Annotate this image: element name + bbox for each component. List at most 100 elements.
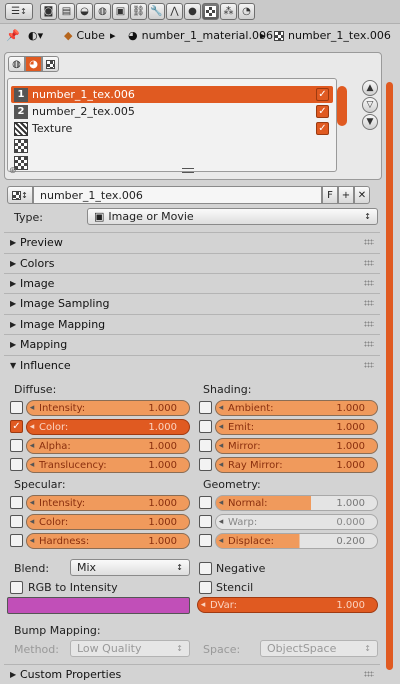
use-diffuse-intensity-checkbox[interactable]: [10, 401, 23, 414]
panel-image[interactable]: ▶ Image: [4, 273, 380, 293]
resize-handle[interactable]: [182, 168, 194, 173]
use-diffuse-alpha-checkbox[interactable]: [10, 439, 23, 452]
context-material[interactable]: ●: [184, 3, 201, 20]
context-physics[interactable]: ◔: [238, 3, 255, 20]
list-item[interactable]: Texture ✓: [11, 120, 333, 137]
dvar-slider[interactable]: ◂ DVar: 1.000: [197, 597, 378, 613]
drag-grip-icon[interactable]: [364, 671, 374, 677]
slot-enable-checkbox[interactable]: ✓: [316, 105, 329, 118]
decrement-icon[interactable]: ◂: [216, 536, 226, 546]
drag-grip-icon[interactable]: [364, 260, 374, 266]
texture-color-swatch[interactable]: [7, 597, 190, 614]
rgb-to-intensity-checkbox[interactable]: [10, 581, 23, 594]
use-translucency-checkbox[interactable]: [10, 458, 23, 471]
use-specular-intensity-checkbox[interactable]: [10, 496, 23, 509]
panel-image-mapping[interactable]: ▶ Image Mapping: [4, 314, 380, 334]
negative-label[interactable]: Negative: [216, 562, 265, 575]
editor-type-menu[interactable]: ☰ ↕: [5, 3, 33, 20]
move-slot-up-button[interactable]: ▲: [362, 80, 378, 96]
diffuse-color-slider[interactable]: ◂ Color: 1.000: [26, 419, 190, 435]
use-ray-mirror-checkbox[interactable]: [199, 458, 212, 471]
bump-method-dropdown[interactable]: Low Quality ↕: [70, 640, 190, 657]
emit-slider[interactable]: ◂ Emit: 1.000: [215, 419, 378, 435]
hardness-slider[interactable]: ◂ Hardness: 1.000: [26, 533, 190, 549]
stencil-label[interactable]: Stencil: [216, 581, 253, 594]
drag-grip-icon[interactable]: [364, 362, 374, 368]
decrement-icon[interactable]: ◂: [27, 536, 37, 546]
decrement-icon[interactable]: ◂: [216, 403, 226, 413]
texture-user-icon[interactable]: ◐▾: [28, 29, 43, 42]
diffuse-intensity-slider[interactable]: ◂ Intensity: 1.000: [26, 400, 190, 416]
decrement-icon[interactable]: ◂: [27, 441, 37, 451]
use-warp-checkbox[interactable]: [199, 515, 212, 528]
drag-grip-icon[interactable]: [364, 239, 374, 245]
decrement-icon[interactable]: ◂: [27, 422, 37, 432]
properties-scrollbar[interactable]: [386, 82, 393, 670]
panel-influence[interactable]: ▼ Influence: [4, 355, 380, 375]
context-world[interactable]: ◍: [94, 3, 111, 20]
normal-slider[interactable]: ◂ Normal: 1.000: [215, 495, 378, 511]
decrement-icon[interactable]: ◂: [216, 460, 226, 470]
panel-preview[interactable]: ▶ Preview: [4, 232, 380, 252]
context-modifiers[interactable]: 🔧: [148, 3, 165, 20]
decrement-icon[interactable]: ◂: [216, 498, 226, 508]
slot-enable-checkbox[interactable]: ✓: [316, 88, 329, 101]
drag-grip-icon[interactable]: [364, 321, 374, 327]
decrement-icon[interactable]: ◂: [216, 422, 226, 432]
use-specular-color-checkbox[interactable]: [10, 515, 23, 528]
slot-enable-checkbox[interactable]: ✓: [316, 122, 329, 135]
context-particles[interactable]: ⁂: [220, 3, 237, 20]
decrement-icon[interactable]: ◂: [216, 441, 226, 451]
decrement-icon[interactable]: ◂: [27, 460, 37, 470]
new-texture-button[interactable]: +: [338, 186, 354, 204]
slot-specials-menu[interactable]: ▼: [362, 114, 378, 130]
mirror-slider[interactable]: ◂ Mirror: 1.000: [215, 438, 378, 454]
add-icon[interactable]: ⊕: [9, 166, 17, 176]
world-tab[interactable]: ◍: [8, 56, 25, 72]
texture-name[interactable]: number_1_tex.006: [40, 189, 143, 202]
decrement-icon[interactable]: ◂: [198, 600, 208, 610]
panel-custom-properties[interactable]: ▶ Custom Properties: [4, 664, 380, 684]
slot-label[interactable]: number_1_tex.006: [32, 88, 135, 101]
ray-mirror-slider[interactable]: ◂ Ray Mirror: 1.000: [215, 457, 378, 473]
stencil-checkbox[interactable]: [199, 581, 212, 594]
list-item[interactable]: [11, 154, 333, 171]
context-texture[interactable]: [202, 3, 219, 20]
displace-slider[interactable]: ◂ Displace: 0.200: [215, 533, 378, 549]
blend-type-dropdown[interactable]: Mix ↕: [70, 559, 190, 576]
use-emit-checkbox[interactable]: [199, 420, 212, 433]
context-data[interactable]: ⋀: [166, 3, 183, 20]
slot-label[interactable]: number_2_tex.005: [32, 105, 135, 118]
panel-colors[interactable]: ▶ Colors: [4, 253, 380, 273]
rgb-to-intensity-label[interactable]: RGB to Intensity: [28, 581, 118, 594]
use-hardness-checkbox[interactable]: [10, 534, 23, 547]
texture-name-field[interactable]: number_1_tex.006: [33, 186, 322, 204]
material-tab[interactable]: ◕: [25, 56, 42, 72]
decrement-icon[interactable]: ◂: [27, 498, 37, 508]
panel-mapping[interactable]: ▶ Mapping: [4, 334, 380, 354]
panel-image-sampling[interactable]: ▶ Image Sampling: [4, 293, 380, 313]
diffuse-alpha-slider[interactable]: ◂ Alpha: 1.000: [26, 438, 190, 454]
drag-grip-icon[interactable]: [364, 300, 374, 306]
context-constraints[interactable]: ⛓: [130, 3, 147, 20]
slot-list-scrollbar[interactable]: [337, 86, 347, 126]
slot-label[interactable]: Texture: [32, 122, 72, 135]
move-slot-down-button[interactable]: ▽: [362, 97, 378, 113]
use-ambient-checkbox[interactable]: [199, 401, 212, 414]
translucency-slider[interactable]: ◂ Translucency: 1.000: [26, 457, 190, 473]
drag-grip-icon[interactable]: [364, 280, 374, 286]
list-item[interactable]: 2 number_2_tex.005 ✓: [11, 103, 333, 120]
decrement-icon[interactable]: ◂: [27, 517, 37, 527]
use-diffuse-color-checkbox[interactable]: ✓: [10, 420, 23, 433]
specular-intensity-slider[interactable]: ◂ Intensity: 1.000: [26, 495, 190, 511]
warp-slider[interactable]: ◂ Warp: 0.000: [215, 514, 378, 530]
context-object[interactable]: ▣: [112, 3, 129, 20]
use-mirror-checkbox[interactable]: [199, 439, 212, 452]
browse-texture-button[interactable]: ↕: [7, 186, 33, 204]
list-item[interactable]: 1 number_1_tex.006 ✓: [11, 86, 333, 103]
texture-type-dropdown[interactable]: ▣ Image or Movie ↕: [87, 208, 378, 225]
use-normal-checkbox[interactable]: [199, 496, 212, 509]
drag-grip-icon[interactable]: [364, 341, 374, 347]
ambient-slider[interactable]: ◂ Ambient: 1.000: [215, 400, 378, 416]
fake-user-button[interactable]: F: [322, 186, 338, 204]
